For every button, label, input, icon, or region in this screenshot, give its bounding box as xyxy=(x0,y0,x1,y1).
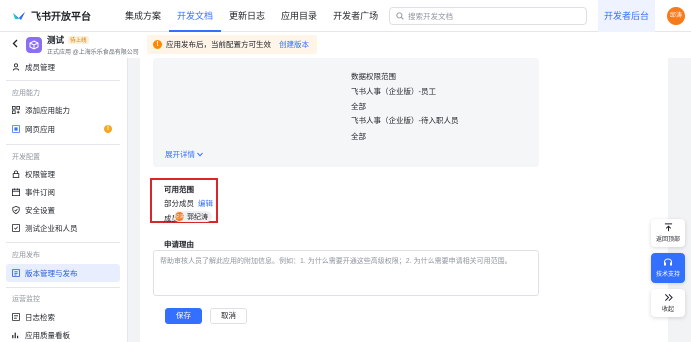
partial-members-text: 部分成员 xyxy=(164,199,194,208)
group-dev-config: 开发配置 xyxy=(12,154,40,161)
scope-line-4: 全部 xyxy=(351,132,366,141)
test-icon xyxy=(12,224,20,232)
developer-console-link[interactable]: 开发者后台 xyxy=(598,0,656,32)
group-ops-monitor: 运营监控 xyxy=(12,296,40,303)
sidebar-item-label: 安全设置 xyxy=(25,205,55,215)
feishu-logo-icon xyxy=(12,10,26,22)
notice-text: 应用发布后，当前配置方可生效 xyxy=(166,40,271,49)
person-icon xyxy=(12,63,20,71)
reason-textarea[interactable]: 帮助审核人员了解此应用的附加信息。例如：1. 为什么需要开通这些高级权限；2. … xyxy=(153,250,539,296)
main-nav: 集成方案 开发文档 更新日志 应用目录 开发者广场 xyxy=(117,0,386,32)
sidebar-item-label: 日志检索 xyxy=(25,312,55,322)
chevron-down-icon xyxy=(197,152,203,157)
tech-support-button[interactable]: 技术支持 xyxy=(651,253,685,283)
tech-support-label: 技术支持 xyxy=(655,272,680,278)
sidebar-item-test-users[interactable]: 测试企业和人员 xyxy=(6,219,120,237)
expand-label: 展开详情 xyxy=(165,150,195,159)
reason-placeholder: 帮助审核人员了解此应用的附加信息。例如：1. 为什么需要开通这些高级权限；2. … xyxy=(160,258,512,265)
data-scope-panel xyxy=(153,58,539,167)
sidebar-item-security[interactable]: 安全设置 xyxy=(6,201,120,219)
sidebar-item-add-capability[interactable]: 添加应用能力 xyxy=(6,101,120,119)
collapse-label: 收起 xyxy=(661,307,674,313)
collapse-button[interactable]: 收起 xyxy=(651,289,685,317)
sidebar-item-quality-board[interactable]: 应用质量看板 xyxy=(6,326,120,342)
sidebar: 成员管理 应用能力 添加应用能力 网页应用 ! 开发配置 权限管理 事件订阅 安… xyxy=(0,58,128,342)
member-name: 郭纪涛 xyxy=(187,213,208,221)
sidebar-item-web-app[interactable]: 网页应用 ! xyxy=(6,120,120,138)
back-to-top-button[interactable]: 返回顶部 xyxy=(651,219,685,247)
sidebar-item-events[interactable]: 事件订阅 xyxy=(6,183,120,201)
sidebar-item-members[interactable]: 成员管理 xyxy=(6,58,120,76)
shield-icon xyxy=(12,206,20,214)
logo[interactable]: 飞书开放平台 xyxy=(12,8,91,23)
sidebar-item-version-release[interactable]: 版本管理与发布 xyxy=(6,264,120,282)
app-status-badge: 待上线 xyxy=(68,36,89,44)
sidebar-item-label: 版本管理与发布 xyxy=(25,268,78,278)
sidebar-item-label: 事件订阅 xyxy=(25,187,55,197)
nav-developer-square[interactable]: 开发者广场 xyxy=(325,0,386,32)
version-icon xyxy=(12,269,20,277)
sidebar-item-label: 测试企业和人员 xyxy=(25,223,78,233)
logo-text: 飞书开放平台 xyxy=(31,12,91,23)
sidebar-item-log-search[interactable]: 日志检索 xyxy=(6,308,120,326)
back-to-top-label: 返回顶部 xyxy=(655,237,680,243)
search-placeholder: 搜索开发文档 xyxy=(408,11,453,21)
divider xyxy=(6,144,120,145)
app-subtitle: 正式应用 @上海乐乐食品有限公司 xyxy=(47,50,139,56)
grid-plus-icon xyxy=(12,106,20,114)
chart-icon xyxy=(12,332,19,339)
sidebar-item-label: 网页应用 xyxy=(25,124,55,134)
search-icon xyxy=(396,12,404,20)
search-input[interactable]: 搜索开发文档 xyxy=(389,7,587,25)
divider xyxy=(6,287,120,288)
lock-icon xyxy=(12,170,20,178)
save-button[interactable]: 保存 xyxy=(165,308,202,324)
headset-icon xyxy=(663,258,673,266)
app-name: 测试 xyxy=(47,35,65,45)
member-chip[interactable]: 纪涛 郭纪涛 xyxy=(174,211,212,222)
warning-badge-icon: ! xyxy=(104,125,112,133)
member-avatar: 纪涛 xyxy=(175,212,184,221)
back-arrow-icon[interactable] xyxy=(12,39,22,51)
sidebar-item-permissions[interactable]: 权限管理 xyxy=(6,165,120,183)
nav-docs[interactable]: 开发文档 xyxy=(169,0,222,32)
event-icon xyxy=(12,188,20,196)
scope-title: 数据权限范围 xyxy=(351,72,396,81)
group-app-capability: 应用能力 xyxy=(12,90,40,97)
sidebar-item-label: 权限管理 xyxy=(25,169,55,179)
arrow-up-icon xyxy=(664,223,672,232)
scope-line-2: 全部 xyxy=(351,102,366,111)
web-app-icon xyxy=(12,125,20,133)
sidebar-item-label: 成员管理 xyxy=(25,62,55,72)
divider xyxy=(6,242,120,243)
app-cube-icon xyxy=(26,37,42,53)
nav-changelog[interactable]: 更新日志 xyxy=(221,0,273,32)
expand-details-link[interactable]: 展开详情 xyxy=(165,149,203,160)
log-icon xyxy=(12,313,20,321)
nav-integration[interactable]: 集成方案 xyxy=(117,0,169,32)
scope-line-1: 飞书人事（企业版）-员工 xyxy=(351,87,436,96)
nav-app-directory[interactable]: 应用目录 xyxy=(273,0,325,32)
user-avatar[interactable]: 邱涛 xyxy=(667,7,685,25)
release-notice: ! 应用发布后，当前配置方可生效 创建版本 xyxy=(147,35,317,54)
reason-title: 申请理由 xyxy=(164,240,194,249)
edit-scope-link[interactable]: 编辑 xyxy=(198,198,213,209)
main-content: 数据权限范围 飞书人事（企业版）-员工 全部 飞书人事（企业版）-待入职人员 全… xyxy=(128,58,691,342)
double-chevron-right-icon xyxy=(664,293,673,302)
divider xyxy=(6,80,120,81)
app-header: 测试 待上线 正式应用 @上海乐乐食品有限公司 ! 应用发布后，当前配置方可生效 … xyxy=(0,32,691,58)
top-navigation-bar: 飞书开放平台 集成方案 开发文档 更新日志 应用目录 开发者广场 搜索开发文档 … xyxy=(0,0,691,32)
content-card: 数据权限范围 飞书人事（企业版）-员工 全部 飞书人事（企业版）-待入职人员 全… xyxy=(140,58,668,342)
available-scope-title: 可用范围 xyxy=(164,185,194,194)
group-app-release: 应用发布 xyxy=(12,252,40,259)
sidebar-item-label: 应用质量看板 xyxy=(25,330,70,340)
scope-line-3: 飞书人事（企业版）-待入职人员 xyxy=(351,116,459,125)
cancel-button[interactable]: 取消 xyxy=(210,308,247,324)
sidebar-item-label: 添加应用能力 xyxy=(25,105,70,115)
create-version-link[interactable]: 创建版本 xyxy=(279,39,309,50)
warning-icon: ! xyxy=(153,40,162,49)
